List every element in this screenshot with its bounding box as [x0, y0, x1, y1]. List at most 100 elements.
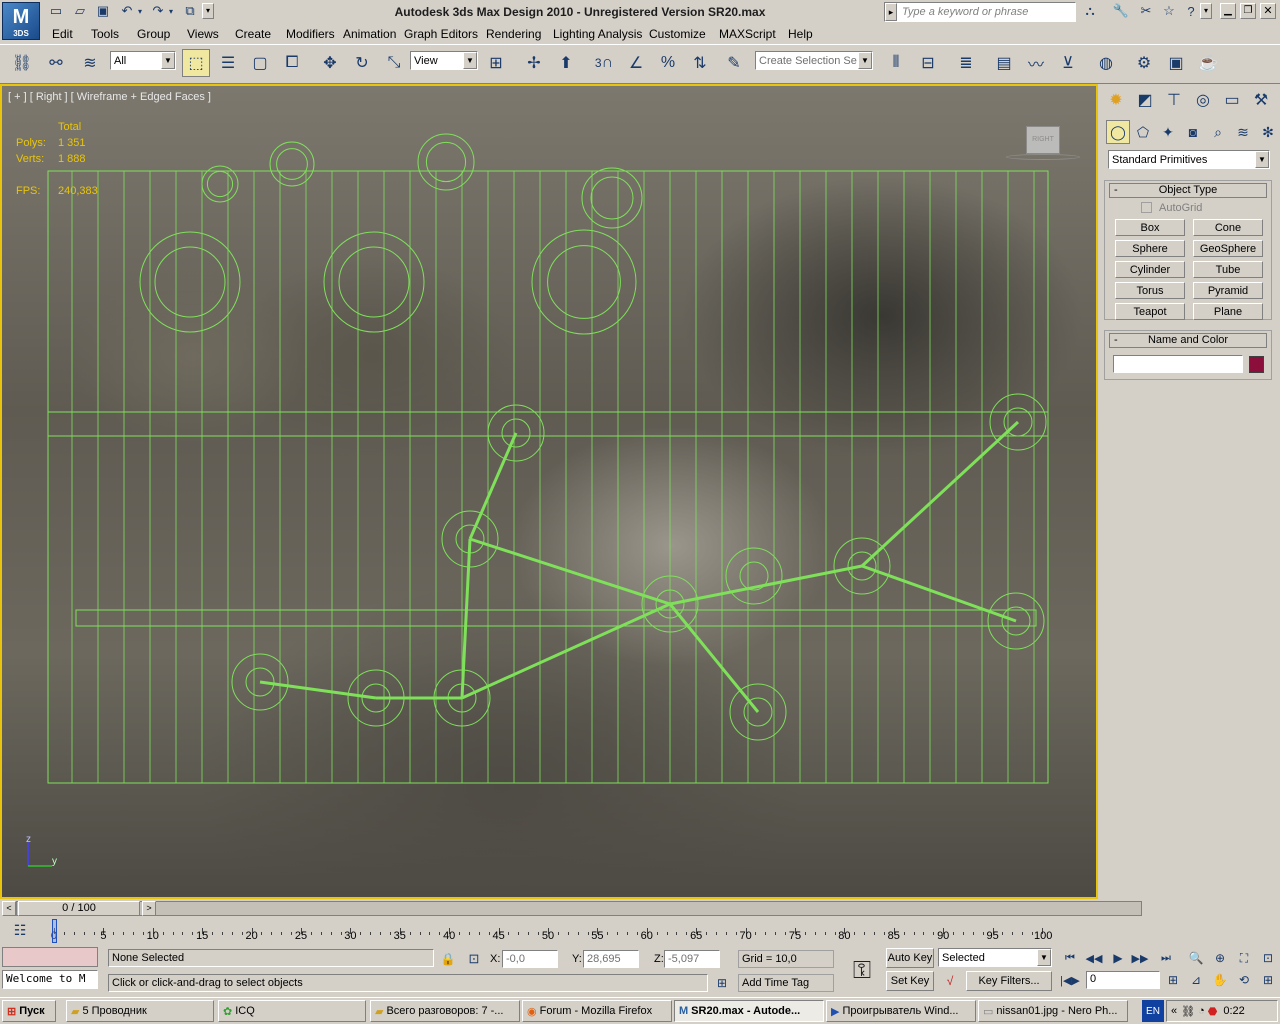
volume-icon[interactable]: ◔ [1198, 1005, 1205, 1017]
rotate-icon[interactable]: ↻ [348, 49, 376, 77]
teapot-button[interactable]: Teapot [1115, 303, 1185, 320]
modify-tab-icon[interactable]: ◩ [1131, 86, 1159, 114]
key-mode-dropdown[interactable]: Selected ▼ [938, 948, 1052, 967]
quick-access-dropdown[interactable]: ▾ [202, 3, 214, 19]
viewcube[interactable]: RIGHT [1026, 126, 1060, 154]
next-frame-button[interactable]: > [142, 901, 156, 916]
primitive-category-dropdown[interactable]: Standard Primitives ▼ [1108, 150, 1270, 169]
material-editor-icon[interactable]: ◍ [1092, 49, 1120, 77]
select-by-name-icon[interactable]: ☰ [214, 49, 242, 77]
next-frame-icon[interactable]: ▶▶ [1130, 949, 1150, 967]
search-field[interactable]: ▸ Type a keyword or phrase [884, 2, 1076, 22]
keyboard-shortcut-override-icon[interactable]: ⬆ [552, 49, 580, 77]
antivirus-icon[interactable]: ⬣ [1208, 1005, 1218, 1018]
tray-expand-icon[interactable]: « [1171, 1005, 1177, 1017]
select-and-link-icon[interactable]: ⛓ [8, 49, 36, 77]
maxscript-mini-listener[interactable]: Welcome to M [2, 970, 98, 989]
app-logo[interactable]: M 3DS [2, 2, 40, 40]
lights-icon[interactable]: ✦ [1156, 120, 1180, 144]
create-tab-icon[interactable]: ✹ [1102, 86, 1130, 114]
utilities-tab-icon[interactable]: ⚒ [1247, 86, 1275, 114]
set-key-key-icon[interactable]: ⚿ [842, 951, 882, 991]
taskbar-item-media-player[interactable]: ▶ Проигрыватель Wind... [826, 1000, 976, 1022]
align-icon[interactable]: ⊟ [914, 49, 942, 77]
render-setup-icon[interactable]: ⚙ [1130, 49, 1158, 77]
sphere-button[interactable]: Sphere [1115, 240, 1185, 257]
snaps-toggle-icon[interactable]: 3 ∩ [590, 49, 618, 77]
subscription-icon[interactable]: 🔧 [1110, 0, 1132, 22]
x-coord-input[interactable]: -0,0 [502, 950, 558, 968]
default-tangent-icon[interactable]: √ [938, 971, 962, 991]
space-warps-icon[interactable]: ≋ [1231, 120, 1255, 144]
track-bar[interactable]: ☷ 0 5 10 15 20 25 30 35 40 45 50 55 60 65 70 75 80 85 90 95… [0, 917, 1098, 945]
box-button[interactable]: Box [1115, 219, 1185, 236]
zoom-icon[interactable]: 🔍 [1186, 949, 1206, 967]
edit-named-selection-icon[interactable]: ✎ [720, 49, 748, 77]
tube-button[interactable]: Tube [1193, 261, 1263, 278]
absolute-mode-icon[interactable]: ⊡ [462, 949, 486, 969]
pyramid-button[interactable]: Pyramid [1193, 282, 1263, 299]
bind-space-warp-icon[interactable]: ≋ [76, 49, 104, 77]
plane-button[interactable]: Plane [1193, 303, 1263, 320]
cylinder-button[interactable]: Cylinder [1115, 261, 1185, 278]
object-name-input[interactable] [1113, 355, 1243, 373]
taskbar-item-icq[interactable]: ✿ ICQ [218, 1000, 366, 1022]
save-file-icon[interactable]: ▣ [93, 0, 113, 22]
move-icon[interactable]: ✥ [316, 49, 344, 77]
render-production-icon[interactable]: ☕ [1194, 49, 1222, 77]
start-button[interactable]: ⊞ Пуск [2, 1000, 56, 1022]
cameras-icon[interactable]: ◙ [1181, 120, 1205, 144]
current-frame-marker[interactable] [52, 919, 57, 943]
menu-maxscript[interactable]: MAXScript [719, 27, 776, 41]
hierarchy-tab-icon[interactable]: ⊤ [1160, 86, 1188, 114]
object-color-swatch[interactable] [1249, 356, 1264, 373]
zoom-all-icon[interactable]: ⊕ [1210, 949, 1230, 967]
time-tag-icon[interactable]: ⊞ [712, 973, 732, 993]
curve-editor-icon[interactable]: 〰 [1022, 49, 1050, 77]
taskbar-item-firefox[interactable]: ◉ Forum - Mozilla Firefox [522, 1000, 672, 1022]
geosphere-button[interactable]: GeoSphere [1193, 240, 1263, 257]
autogrid-checkbox[interactable] [1141, 202, 1152, 213]
graphite-ribbon-icon[interactable]: ▤ [990, 49, 1018, 77]
language-indicator[interactable]: EN [1142, 1000, 1164, 1022]
time-configuration-icon[interactable]: ⊞ [1164, 971, 1182, 989]
helpers-icon[interactable]: ⌕ [1206, 120, 1230, 144]
taskbar-item-nero[interactable]: ▭ nissan01.jpg - Nero Ph... [978, 1000, 1128, 1022]
add-time-tag-button[interactable]: Add Time Tag [738, 974, 834, 992]
current-frame-spinner[interactable]: 0 [1086, 971, 1160, 989]
menu-graph-editors[interactable]: Graph Editors [404, 27, 478, 41]
key-mode-toggle-icon[interactable]: |◀▶ [1060, 971, 1080, 989]
play-icon[interactable]: ▶ [1108, 949, 1128, 967]
time-slider-track[interactable] [16, 901, 1142, 916]
torus-button[interactable]: Torus [1115, 282, 1185, 299]
layer-manager-icon[interactable]: ≣ [952, 49, 980, 77]
maxscript-mini-listener-top[interactable] [2, 947, 98, 967]
y-coord-input[interactable]: 28,695 [583, 950, 639, 968]
unlink-icon[interactable]: ⚯ [42, 49, 70, 77]
object-type-rollout-header[interactable]: - Object Type [1109, 183, 1267, 198]
scale-icon[interactable]: ⤡ [380, 49, 408, 77]
select-object-icon[interactable]: ⬚ [182, 49, 210, 77]
auto-key-button[interactable]: Auto Key [886, 948, 934, 968]
selection-filter-dropdown[interactable]: All ▼ [110, 51, 176, 70]
pivot-center-icon[interactable]: ⊞ [482, 49, 510, 77]
cone-button[interactable]: Cone [1193, 219, 1263, 236]
menu-rendering[interactable]: Rendering [486, 27, 541, 41]
menu-lighting-analysis[interactable]: Lighting Analysis [553, 27, 642, 41]
menu-views[interactable]: Views [187, 27, 219, 41]
maximize-viewport-icon[interactable]: ⊞ [1258, 971, 1278, 989]
selection-lock-icon[interactable]: 🔒 [438, 949, 458, 969]
redo-icon[interactable]: ↷ [148, 0, 168, 22]
menu-animation[interactable]: Animation [343, 27, 396, 41]
ref-coord-dropdown[interactable]: View ▼ [410, 51, 478, 70]
minimize-button[interactable]: ▁ [1220, 3, 1236, 19]
viewport-right[interactable]: [ + ] [ Right ] [ Wireframe + Edged Face… [0, 84, 1098, 899]
shapes-icon[interactable]: ⬠ [1131, 120, 1155, 144]
close-button[interactable]: ✕ [1260, 3, 1276, 19]
zoom-extents-icon[interactable]: ⛶ [1234, 949, 1254, 967]
mini-curve-editor-icon[interactable]: ☷ [6, 917, 34, 943]
taskbar-item-chat[interactable]: ▰ Всего разговоров: 7 -... [370, 1000, 520, 1022]
menu-edit[interactable]: Edit [52, 27, 73, 41]
favorites-icon[interactable]: ☆ [1158, 0, 1180, 22]
name-color-rollout-header[interactable]: - Name and Color [1109, 333, 1267, 348]
